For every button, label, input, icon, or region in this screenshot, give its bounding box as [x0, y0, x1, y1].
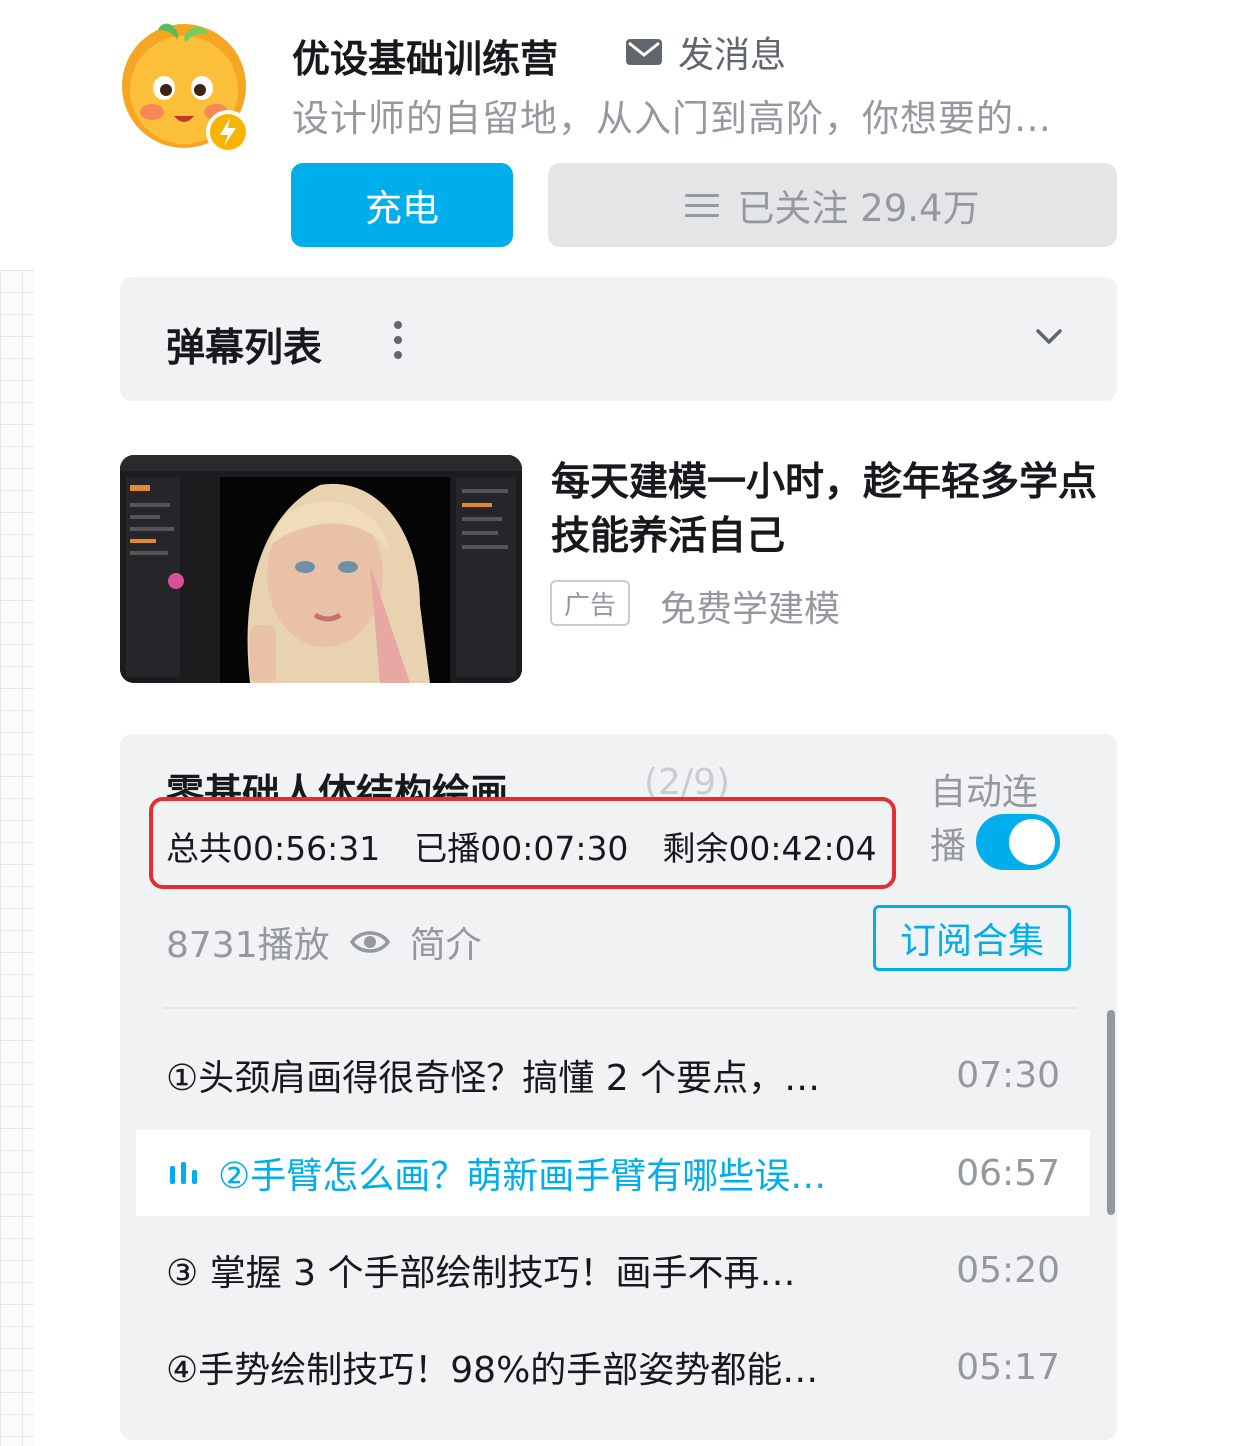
ad-thumbnail[interactable]: [120, 455, 522, 683]
send-message-button[interactable]: 发消息: [624, 30, 786, 76]
playlist-panel: 零基础人体结构绘画… (2/9) 总共00:56:31 已播00:07:30 剩…: [120, 734, 1117, 1440]
up-description: 设计师的自留地，从入门到高阶，你想要的…: [292, 97, 1052, 140]
now-playing-icon: [170, 1162, 197, 1184]
send-message-label: 发消息: [678, 35, 787, 76]
playlist-duration-stats: 总共00:56:31 已播00:07:30 剩余00:42:04: [166, 822, 877, 870]
intro-link[interactable]: 简介: [410, 916, 482, 968]
toggle-knob: [1009, 819, 1055, 865]
subscribe-label: 订阅合集: [899, 921, 1044, 962]
ad-subtitle: 免费学建模: [660, 589, 841, 630]
background-grid: [0, 270, 34, 1446]
ad-title[interactable]: 每天建模一小时，趁年轻多学点技能养活自己: [551, 456, 1121, 564]
eye-icon: [349, 931, 390, 953]
played-duration: 已播00:07:30: [414, 829, 629, 868]
episode-duration: 06:57: [956, 1152, 1060, 1194]
episode-item[interactable]: ③ 掌握 3 个手部绘制技巧！画手不再… 05:20: [136, 1227, 1090, 1313]
scrollbar[interactable]: [1107, 1010, 1115, 1215]
episode-duration: 05:17: [956, 1346, 1060, 1388]
charge-label: 充电: [365, 187, 439, 230]
up-name[interactable]: 优设基础训练营: [292, 28, 558, 83]
episode-duration: 07:30: [956, 1054, 1060, 1096]
episode-title: ②手臂怎么画？萌新画手臂有哪些误…: [218, 1156, 827, 1197]
following-label: 已关注 29.4万: [737, 187, 980, 230]
chevron-down-icon[interactable]: [1034, 325, 1064, 349]
subscribe-collection-button[interactable]: 订阅合集: [873, 905, 1071, 971]
avatar[interactable]: [118, 18, 256, 156]
ad-badge: 广告: [550, 580, 630, 626]
play-count: 8731播放: [166, 925, 330, 966]
episode-duration: 05:20: [956, 1249, 1060, 1291]
danmaku-list-title: 弹幕列表: [166, 326, 323, 371]
episode-item[interactable]: ①头颈肩画得很奇怪？搞懂 2 个要点，… 07:30: [136, 1032, 1090, 1118]
episode-item[interactable]: ④手势绘制技巧！98%的手部姿势都能… 05:17: [136, 1324, 1090, 1410]
episode-title: ③ 掌握 3 个手部绘制技巧！画手不再…: [166, 1253, 796, 1294]
autoplay-toggle[interactable]: [976, 814, 1060, 870]
charge-button[interactable]: 充电: [291, 163, 513, 247]
episode-title: ④手势绘制技巧！98%的手部姿势都能…: [166, 1350, 819, 1391]
total-duration: 总共00:56:31: [166, 829, 381, 868]
divider: [164, 1007, 1076, 1009]
remaining-duration: 剩余00:42:04: [662, 829, 877, 868]
episode-item-active[interactable]: ②手臂怎么画？萌新画手臂有哪些误… 06:57: [136, 1130, 1090, 1216]
playlist-meta: 8731播放 简介: [166, 916, 482, 968]
more-options-icon[interactable]: [392, 321, 402, 361]
episode-title: ①头颈肩画得很奇怪？搞懂 2 个要点，…: [166, 1058, 821, 1099]
menu-lines-icon: [685, 192, 720, 218]
mail-icon: [626, 39, 662, 65]
danmaku-list-bar[interactable]: 弹幕列表: [120, 277, 1117, 401]
following-button[interactable]: 已关注 29.4万: [548, 163, 1117, 247]
